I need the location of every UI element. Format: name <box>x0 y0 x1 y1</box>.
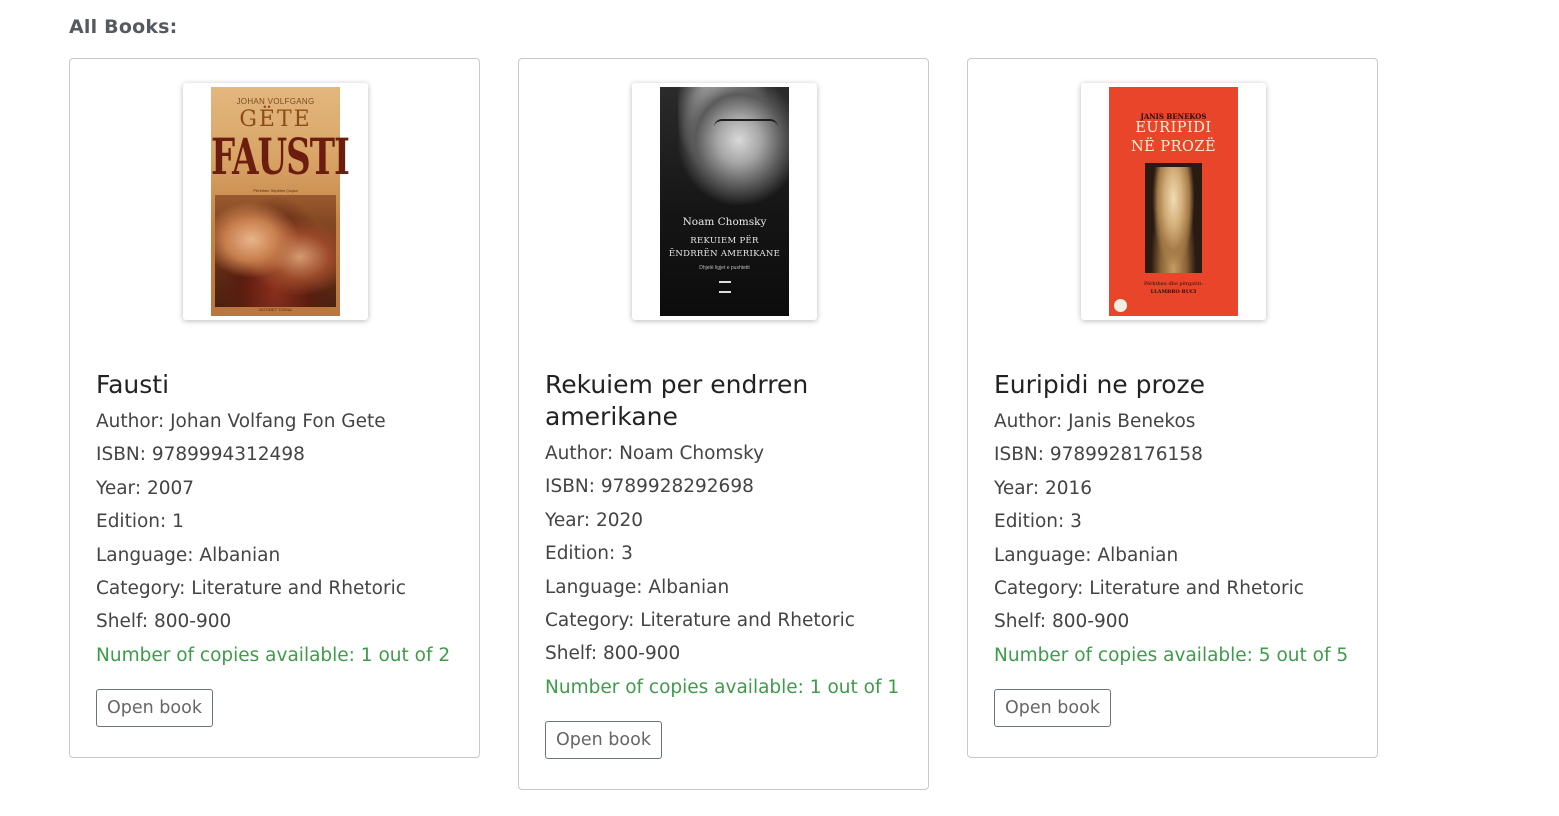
book-card: Noam Chomsky REKUIEM PËR ËNDRRËN AMERIKA… <box>518 58 929 790</box>
publisher-logo-icon <box>1114 299 1127 312</box>
book-copies-available: Number of copies available: 1 out of 2 <box>96 644 451 666</box>
book-isbn: ISBN: 9789928292698 <box>545 476 754 498</box>
book-category: Category: Literature and Rhetoric <box>96 578 406 600</box>
page-heading: All Books: <box>69 16 178 38</box>
book-author: Author: Noam Chomsky <box>545 443 765 464</box>
cover-author: JOHAN VOLFGANG <box>236 97 315 106</box>
book-card: JANIS BENEKOS EURIPIDI NË PROZË Përktheu… <box>967 58 1378 758</box>
cover-name: Noam Chomsky <box>682 216 767 228</box>
book-title: Euripidi ne proze <box>994 370 1206 399</box>
open-book-button[interactable]: Open book <box>545 721 662 760</box>
book-edition: Edition: 3 <box>994 511 1082 533</box>
cover-painting <box>215 195 336 307</box>
book-edition: Edition: 1 <box>96 511 184 533</box>
cover-translator: LLAMBRO RUCI <box>1150 289 1197 295</box>
cover-image-chomsky: Noam Chomsky REKUIEM PËR ËNDRRËN AMERIKA… <box>660 87 789 316</box>
book-year: Year: 2020 <box>545 509 644 531</box>
book-year: Year: 2007 <box>96 477 195 499</box>
book-cover[interactable]: JANIS BENEKOS EURIPIDI NË PROZË Përktheu… <box>1081 83 1266 320</box>
cover-image-euripidi: JANIS BENEKOS EURIPIDI NË PROZË Përktheu… <box>1109 87 1238 316</box>
cover-publisher: BOTIMET TOENA <box>259 307 292 312</box>
book-author: Author: Janis Benekos <box>994 411 1196 432</box>
book-shelf: Shelf: 800-900 <box>545 643 681 665</box>
cover-portrait <box>678 87 789 205</box>
cover-subtitle: Përktheu Shpëtim Çuçka <box>253 188 298 193</box>
book-cover[interactable]: JOHAN VOLFGANG GËTE FAUSTI Përktheu Shpë… <box>183 83 368 320</box>
book-edition: Edition: 3 <box>545 543 633 565</box>
book-shelf: Shelf: 800-900 <box>994 611 1130 633</box>
cover-glasses <box>714 119 778 137</box>
book-title: Fausti <box>96 370 170 399</box>
cover-title: FAUSTI <box>211 129 350 187</box>
card-body: Fausti Author: Johan Volfang Fon Gete IS… <box>96 369 459 728</box>
cover-image-fausti: JOHAN VOLFGANG GËTE FAUSTI Përktheu Shpë… <box>211 87 350 316</box>
book-language: Language: Albanian <box>994 544 1179 566</box>
book-card: JOHAN VOLFGANG GËTE FAUSTI Përktheu Shpë… <box>69 58 480 758</box>
open-book-button[interactable]: Open book <box>96 689 213 728</box>
book-isbn: ISBN: 9789994312498 <box>96 444 305 466</box>
cover-title-line1: EURIPIDI <box>1135 120 1212 136</box>
book-title: Rekuiem per endrren amerikane <box>545 370 809 431</box>
book-copies-available: Number of copies available: 5 out of 5 <box>994 644 1349 666</box>
open-book-button[interactable]: Open book <box>994 689 1111 728</box>
card-body: Euripidi ne proze Author: Janis Benekos … <box>994 369 1357 728</box>
card-body: Rekuiem per endrren amerikane Author: No… <box>545 369 908 760</box>
book-year: Year: 2016 <box>994 477 1093 499</box>
cover-bust <box>1151 167 1196 273</box>
book-language: Language: Albanian <box>96 544 281 566</box>
book-category: Category: Literature and Rhetoric <box>994 578 1304 600</box>
cover-credit: Përktheu dhe përgatiti: <box>1143 281 1204 287</box>
book-isbn: ISBN: 9789928176158 <box>994 444 1203 466</box>
cover-tagline: Dhjetë ligjet e pushtetit <box>699 265 750 271</box>
publisher-logo-icon <box>718 281 731 293</box>
book-author: Author: Johan Volfang Fon Gete <box>96 411 386 432</box>
book-copies-available: Number of copies available: 1 out of 1 <box>545 676 900 698</box>
cover-bust-frame <box>1145 163 1202 273</box>
book-language: Language: Albanian <box>545 576 730 598</box>
book-shelf: Shelf: 800-900 <box>96 611 232 633</box>
cover-title-line2: NË PROZË <box>1130 139 1217 155</box>
cover-title-line2: ËNDRRËN AMERIKANE <box>668 249 781 259</box>
book-cover[interactable]: Noam Chomsky REKUIEM PËR ËNDRRËN AMERIKA… <box>632 83 817 320</box>
book-category: Category: Literature and Rhetoric <box>545 610 855 632</box>
cover-title-line1: REKUIEM PËR <box>690 236 759 246</box>
